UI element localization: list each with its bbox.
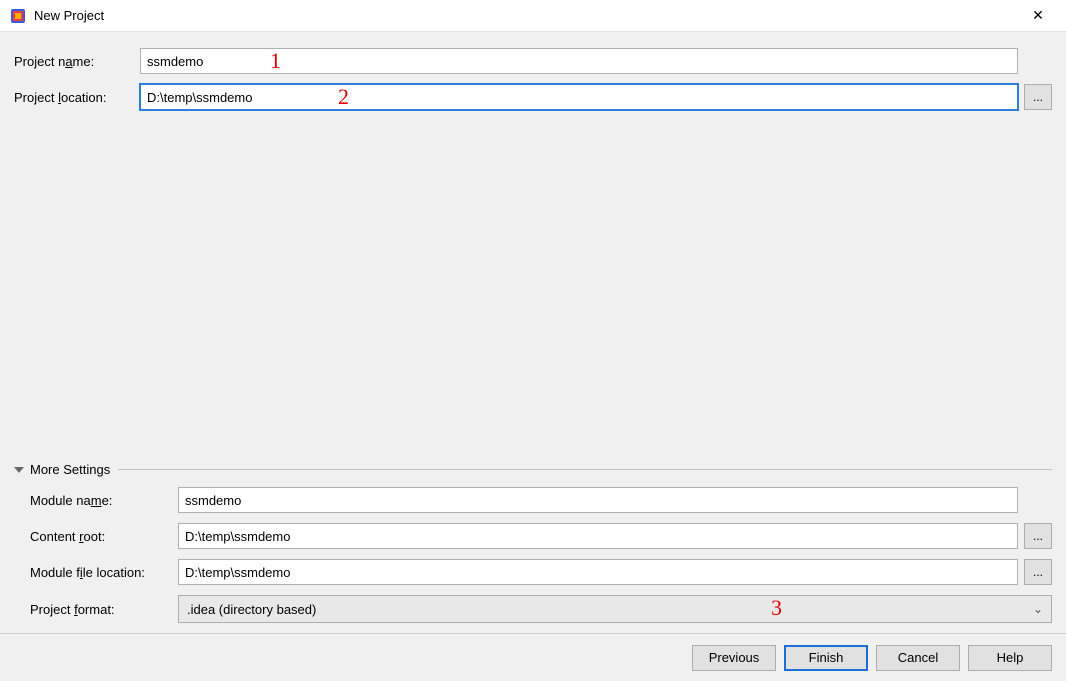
window-title: New Project (34, 8, 104, 23)
project-format-select[interactable]: .idea (directory based) ⌄ (178, 595, 1052, 623)
more-settings-section: More Settings Module name: Content root:… (14, 462, 1052, 633)
cancel-button[interactable]: Cancel (876, 645, 960, 671)
app-icon (10, 8, 26, 24)
dialog-footer: Previous Finish Cancel Help (0, 633, 1066, 681)
project-location-browse-button[interactable]: ... (1024, 84, 1052, 110)
project-location-label: Project location: (14, 90, 134, 105)
project-location-row: Project location: ... 2 (14, 84, 1052, 110)
more-settings-label: More Settings (30, 462, 110, 477)
module-file-location-row: Module file location: ... (14, 559, 1052, 585)
module-name-row: Module name: (14, 487, 1052, 513)
titlebar: New Project ✕ (0, 0, 1066, 32)
help-button[interactable]: Help (968, 645, 1052, 671)
content-root-label: Content root: (14, 529, 172, 544)
content-root-input[interactable] (178, 523, 1018, 549)
more-settings-toggle[interactable]: More Settings (14, 462, 1052, 477)
ellipsis-icon: ... (1033, 90, 1043, 104)
ellipsis-icon: ... (1033, 565, 1043, 579)
previous-button[interactable]: Previous (692, 645, 776, 671)
project-format-row: Project format: .idea (directory based) … (14, 595, 1052, 623)
module-file-location-input[interactable] (178, 559, 1018, 585)
module-file-location-label: Module file location: (14, 565, 172, 580)
dialog-content: Project name: 1 Project location: ... 2 … (0, 32, 1066, 633)
project-name-row: Project name: 1 (14, 48, 1052, 74)
module-name-input[interactable] (178, 487, 1018, 513)
module-file-location-browse-button[interactable]: ... (1024, 559, 1052, 585)
ellipsis-icon: ... (1033, 529, 1043, 543)
project-name-label: Project name: (14, 54, 134, 69)
chevron-down-icon (14, 467, 24, 473)
close-icon: ✕ (1032, 7, 1044, 24)
close-button[interactable]: ✕ (1018, 2, 1058, 30)
project-location-input[interactable] (140, 84, 1018, 110)
content-root-browse-button[interactable]: ... (1024, 523, 1052, 549)
content-root-row: Content root: ... (14, 523, 1052, 549)
chevron-down-icon: ⌄ (1033, 602, 1043, 616)
project-name-input[interactable] (140, 48, 1018, 74)
project-format-value: .idea (directory based) (187, 602, 316, 617)
project-format-label: Project format: (14, 602, 172, 617)
module-name-label: Module name: (14, 493, 172, 508)
finish-button[interactable]: Finish (784, 645, 868, 671)
